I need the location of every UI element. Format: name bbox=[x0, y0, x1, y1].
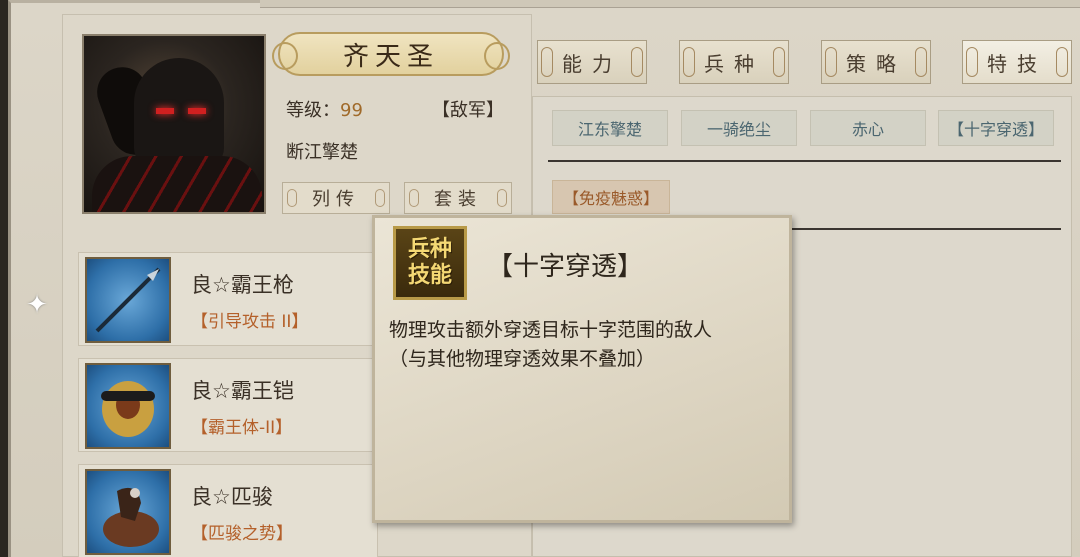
equipment-card[interactable]: 良☆霸王铠 【霸王体-II】 bbox=[78, 358, 378, 452]
tab-strategy[interactable]: 策略 bbox=[821, 40, 931, 84]
tab-special-skill[interactable]: 特技 bbox=[962, 40, 1072, 84]
skill-tooltip: 兵种 技能 【十字穿透】 物理攻击额外穿透目标十字范围的敌人 （与其他物理穿透效… bbox=[372, 215, 792, 523]
tab-label: 特技 bbox=[987, 51, 1047, 76]
spear-graphic bbox=[95, 267, 161, 333]
level-row: 等级：99 bbox=[286, 96, 363, 122]
horse-icon bbox=[85, 469, 171, 555]
skill-chip[interactable]: 江东擎楚 bbox=[552, 110, 668, 146]
general-name: 齐天圣 bbox=[272, 32, 510, 76]
horse-graphic bbox=[103, 487, 159, 547]
tab-troop[interactable]: 兵种 bbox=[679, 40, 789, 84]
general-portrait bbox=[82, 34, 266, 214]
level-label: 等级： bbox=[286, 100, 340, 121]
troop-skill-badge-icon: 兵种 技能 bbox=[393, 226, 467, 300]
ornament-icon bbox=[966, 47, 978, 77]
equipment-card[interactable]: 良☆匹骏 【匹骏之势】 bbox=[78, 464, 378, 557]
portrait-eye-right bbox=[188, 108, 206, 114]
tooltip-desc-line: 物理攻击额外穿透目标十字范围的敌人 bbox=[389, 319, 713, 341]
equipment-skill: 【匹骏之势】 bbox=[191, 524, 293, 544]
equipment-name: 良☆匹骏 bbox=[191, 485, 273, 509]
portrait-armor bbox=[92, 156, 262, 212]
skill-chip[interactable]: 一骑绝尘 bbox=[681, 110, 797, 146]
ornament-icon bbox=[683, 47, 695, 77]
level-value: 99 bbox=[340, 100, 363, 121]
top-strip bbox=[260, 0, 1080, 8]
equipment-skill: 【霸王体-II】 bbox=[191, 418, 293, 438]
ornament-icon bbox=[497, 189, 507, 207]
ornament-icon bbox=[825, 47, 837, 77]
ornament-icon bbox=[631, 47, 643, 77]
ornament-icon bbox=[915, 47, 927, 77]
tooltip-description: 物理攻击额外穿透目标十字范围的敌人 （与其他物理穿透效果不叠加） bbox=[389, 316, 781, 374]
equipment-card[interactable]: 良☆霸王枪 【引导攻击 II】 bbox=[78, 252, 378, 346]
tab-ability[interactable]: 能力 bbox=[537, 40, 647, 84]
divider bbox=[548, 160, 1061, 162]
ornament-icon bbox=[541, 47, 553, 77]
tab-label: 能力 bbox=[562, 51, 622, 76]
biography-label: 列传 bbox=[312, 189, 360, 210]
troop-skill-chip[interactable]: 【免疫魅惑】 bbox=[552, 180, 670, 214]
ornament-icon bbox=[409, 189, 419, 207]
equipment-skill: 【引导攻击 II】 bbox=[191, 312, 309, 332]
equipment-name: 良☆霸王铠 bbox=[191, 379, 294, 403]
portrait-eye-left bbox=[156, 108, 174, 114]
collapse-arrow-icon[interactable]: ✦ bbox=[22, 290, 52, 320]
badge-line: 兵种 bbox=[407, 237, 452, 262]
tab-label: 策略 bbox=[846, 51, 906, 76]
outfit-button[interactable]: 套装 bbox=[404, 182, 512, 214]
tab-label: 兵种 bbox=[704, 51, 764, 76]
ornament-icon bbox=[375, 189, 385, 207]
spear-icon bbox=[85, 257, 171, 343]
badge-line: 技能 bbox=[407, 263, 452, 288]
ornament-icon bbox=[773, 47, 785, 77]
tooltip-desc-line: （与其他物理穿透效果不叠加） bbox=[389, 348, 656, 370]
skill-chip[interactable]: 赤心 bbox=[810, 110, 926, 146]
general-title: 断江擎楚 bbox=[286, 142, 358, 163]
ornament-icon bbox=[287, 189, 297, 207]
skill-chip-selected[interactable]: 【十字穿透】 bbox=[938, 110, 1054, 146]
outfit-label: 套装 bbox=[434, 189, 482, 210]
faction-tag: 【敌军】 bbox=[432, 100, 504, 121]
biography-button[interactable]: 列传 bbox=[282, 182, 390, 214]
portrait-helm bbox=[134, 58, 224, 168]
ornament-icon bbox=[1056, 47, 1068, 77]
tooltip-title: 【十字穿透】 bbox=[487, 252, 644, 282]
armor-icon bbox=[85, 363, 171, 449]
equipment-name: 良☆霸王枪 bbox=[191, 273, 294, 297]
armor-graphic bbox=[101, 381, 155, 437]
